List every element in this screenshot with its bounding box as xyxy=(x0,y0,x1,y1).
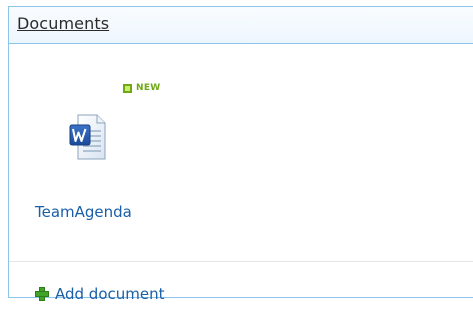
webpart-title[interactable]: Documents xyxy=(17,14,109,33)
word-document-icon[interactable] xyxy=(69,113,107,161)
new-badge-label: NEW xyxy=(136,83,161,93)
document-link[interactable]: TeamAgenda xyxy=(35,203,132,221)
new-indicator-icon xyxy=(123,83,132,93)
plus-icon xyxy=(35,287,49,301)
add-document-link[interactable]: Add document xyxy=(35,285,165,303)
documents-webpart: Documents NEW TeamAgenda Add document xyxy=(8,6,473,303)
document-tile[interactable]: NEW TeamAgenda xyxy=(27,81,177,227)
add-document-label: Add document xyxy=(55,285,165,303)
divider xyxy=(9,261,473,262)
webpart-header: Documents xyxy=(9,7,473,44)
new-badge: NEW xyxy=(123,83,161,93)
